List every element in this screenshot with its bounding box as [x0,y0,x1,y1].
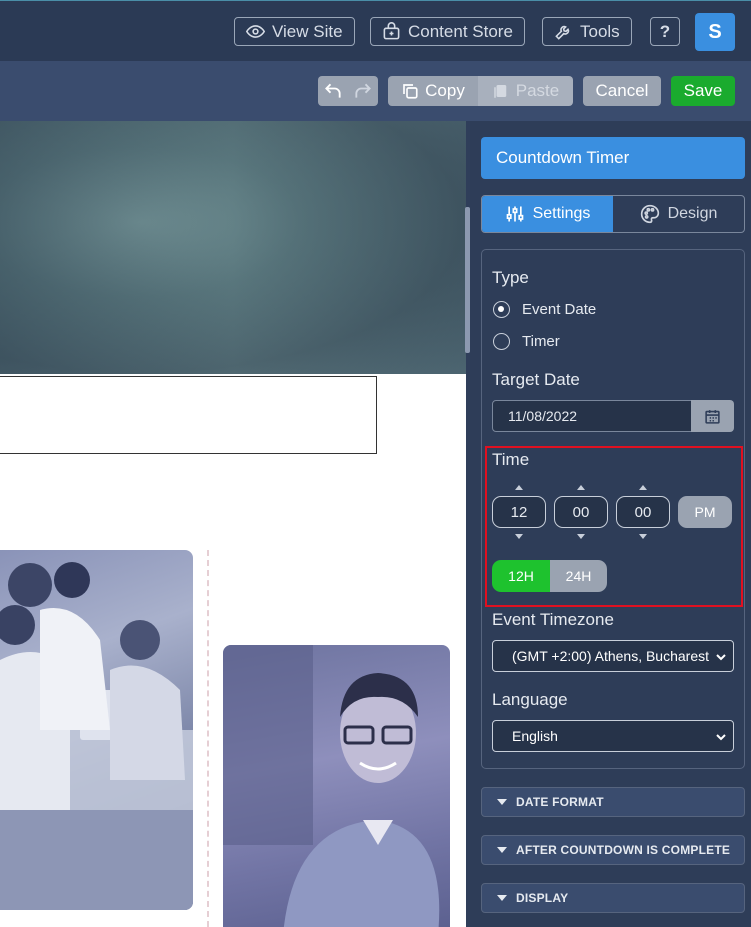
language-value: English [512,728,558,744]
help-icon: ? [659,21,671,41]
paste-button[interactable]: Paste [478,76,573,106]
wrench-icon [555,25,570,40]
save-label: Save [683,81,723,100]
minute-input[interactable]: 00 [554,496,608,528]
cancel-button[interactable]: Cancel [583,76,661,106]
minute-decrement-icon[interactable] [577,534,585,539]
second-increment-icon[interactable] [639,485,647,490]
paste-icon [494,85,506,98]
accordion-display-label: DISPLAY [516,891,569,905]
eye-icon [246,25,265,38]
team-meeting-photo[interactable] [0,550,193,910]
editor-toolbar: Copy Paste Cancel Save [0,61,751,121]
second-value: 00 [634,503,652,521]
empty-text-block[interactable] [0,376,377,454]
copy-icon [403,84,418,99]
hero-image[interactable] [0,121,466,374]
cancel-label: Cancel [595,81,649,100]
accordion-date-format-label: DATE FORMAT [516,795,604,809]
tools-button[interactable]: Tools [542,17,632,46]
view-site-label: View Site [272,21,343,41]
chevron-down-icon [716,654,726,661]
format-12h-button[interactable]: 12H [492,560,550,592]
target-date-label: Target Date [492,370,580,389]
caret-down-icon [497,847,507,853]
tools-label: Tools [580,21,620,41]
language-label: Language [492,690,568,709]
undo-button[interactable] [318,76,348,106]
content-store-button[interactable]: Content Store [370,17,525,46]
hour-input[interactable]: 12 [492,496,546,528]
radio-event-date[interactable] [493,301,510,318]
format-12h-label: 12H [508,568,534,584]
top-bar: View Site Content Store Tools ? S [0,0,751,61]
sliders-icon [506,206,523,222]
type-label: Type [492,268,529,287]
format-24h-label: 24H [565,568,592,584]
hour-increment-icon[interactable] [515,485,523,490]
content-store-label: Content Store [408,21,513,41]
palette-icon [640,204,659,224]
timezone-value: (GMT +2:00) Athens, Bucharest [512,648,710,664]
copy-label: Copy [425,81,465,100]
ampm-value: PM [694,504,716,520]
tab-design-label: Design [667,205,718,222]
second-decrement-icon[interactable] [639,534,647,539]
target-date-input[interactable]: 11/08/2022 [492,400,692,432]
avatar[interactable]: S [695,13,735,51]
caret-down-icon [497,895,507,901]
undo-icon [325,83,341,98]
avatar-initial: S [708,20,722,43]
save-button[interactable]: Save [671,76,735,106]
chevron-down-icon [716,734,726,741]
tab-settings-label: Settings [532,205,591,222]
time-label: Time [492,450,530,469]
radio-event-date-label[interactable]: Event Date [522,301,596,318]
column-divider [207,550,209,927]
paste-label: Paste [515,81,560,100]
caret-down-icon [497,799,507,805]
accordion-display[interactable]: DISPLAY [481,883,745,913]
language-select[interactable]: English [492,720,734,752]
team-photo-shapes [0,562,193,910]
portrait-shapes [223,645,440,927]
redo-button[interactable] [348,76,378,106]
panel-title: Countdown Timer [481,137,745,179]
accordion-after-countdown[interactable]: AFTER COUNTDOWN IS COMPLETE [481,835,745,865]
calendar-icon [705,409,720,424]
calendar-button[interactable] [691,400,734,432]
timezone-select[interactable]: (GMT +2:00) Athens, Bucharest [492,640,734,672]
help-button[interactable]: ? [650,17,680,46]
format-24h-button[interactable]: 24H [550,560,607,592]
second-input[interactable]: 00 [616,496,670,528]
view-site-button[interactable]: View Site [234,17,355,46]
accordion-date-format[interactable]: DATE FORMAT [481,787,745,817]
minute-increment-icon[interactable] [577,485,585,490]
minute-value: 00 [572,503,590,521]
copy-button[interactable]: Copy [388,76,478,106]
store-icon [383,22,400,40]
radio-timer[interactable] [493,333,510,350]
target-date-value: 11/08/2022 [508,408,578,424]
panel-title-text: Countdown Timer [496,148,630,167]
panel-tabs: Settings Design [481,195,745,233]
tab-design[interactable]: Design [613,196,744,232]
ampm-toggle[interactable]: PM [678,496,732,528]
page-canvas[interactable] [0,121,468,927]
timezone-label: Event Timezone [492,610,614,629]
man-portrait-photo[interactable] [223,645,450,927]
accordion-after-countdown-label: AFTER COUNTDOWN IS COMPLETE [516,843,731,857]
redo-icon [355,83,371,98]
hour-decrement-icon[interactable] [515,534,523,539]
radio-timer-label[interactable]: Timer [522,333,560,350]
hour-value: 12 [510,503,528,521]
tab-settings[interactable]: Settings [482,196,613,232]
